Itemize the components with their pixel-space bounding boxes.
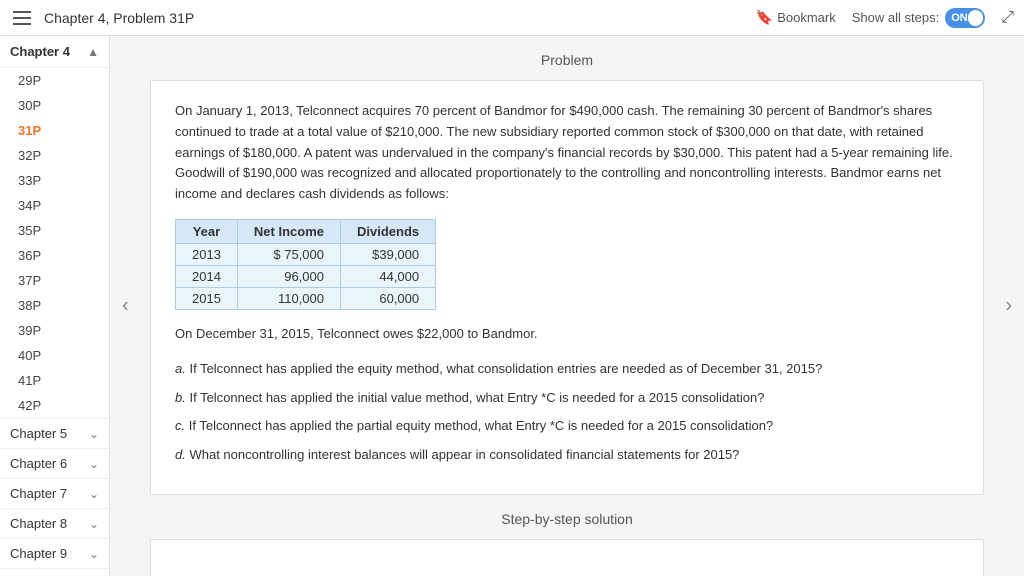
topbar-title: Chapter 4, Problem 31P xyxy=(44,10,756,26)
chapter-group-chevron: ⌄ xyxy=(89,427,99,441)
sidebar-item-34P[interactable]: 34P xyxy=(0,193,109,218)
chapter-group-chapter10[interactable]: Chapter 10⌄ xyxy=(0,568,109,576)
table-cell: $39,000 xyxy=(341,243,436,265)
chapter-group-chapter9[interactable]: Chapter 9 ⌄ xyxy=(0,538,109,568)
sidebar: Chapter 4 ▲ 29P30P31P32P33P34P35P36P37P3… xyxy=(0,36,110,576)
table-cell: 60,000 xyxy=(341,287,436,309)
chapter-groups-list: Chapter 5 ⌄ Chapter 6 ⌄ Chapter 7 ⌄ Chapter 8 ⌄… xyxy=(0,418,109,576)
sidebar-item-38P[interactable]: 38P xyxy=(0,293,109,318)
bookmark-label: Bookmark xyxy=(777,10,836,25)
table-cell: 2014 xyxy=(176,265,238,287)
bookmark-button[interactable]: 🔖 Bookmark xyxy=(756,9,836,26)
sidebar-item-35P[interactable]: 35P xyxy=(0,218,109,243)
chapter-group-chapter5[interactable]: Chapter 5 ⌄ xyxy=(0,418,109,448)
chapter-group-chevron: ⌄ xyxy=(89,517,99,531)
nav-arrow-left[interactable]: ‹ xyxy=(114,291,137,322)
expand-icon[interactable]: ⤢ xyxy=(1001,9,1014,27)
chapter-group-chevron: ⌄ xyxy=(89,487,99,501)
chapter-group-label: Chapter 9 xyxy=(10,546,67,561)
subproblem-d: d. What noncontrolling interest balances… xyxy=(175,445,959,466)
table-cell: 2013 xyxy=(176,243,238,265)
solution-section-title: Step-by-step solution xyxy=(150,511,984,527)
chapter-group-label: Chapter 5 xyxy=(10,426,67,441)
subproblem-label: a. xyxy=(175,361,186,376)
table-row: 2013$ 75,000$39,000 xyxy=(176,243,436,265)
chapter-group-chapter7[interactable]: Chapter 7 ⌄ xyxy=(0,478,109,508)
subproblem-text: If Telconnect has applied the partial eq… xyxy=(189,418,773,433)
problem-body: On January 1, 2013, Telconnect acquires … xyxy=(175,101,959,205)
topbar-right: 🔖 Bookmark Show all steps: ON ⤢ xyxy=(756,8,1014,28)
sidebar-item-40P[interactable]: 40P xyxy=(0,343,109,368)
menu-icon[interactable] xyxy=(10,6,34,30)
chapter-group-label: Chapter 8 xyxy=(10,516,67,531)
subproblem-text: If Telconnect has applied the equity met… xyxy=(189,361,822,376)
problem-card: On January 1, 2013, Telconnect acquires … xyxy=(150,80,984,495)
subproblem-label: d. xyxy=(175,447,186,462)
table-cell: 44,000 xyxy=(341,265,436,287)
content-area: ‹ › Problem On January 1, 2013, Telconne… xyxy=(110,36,1024,576)
chapter-group-chevron: ⌄ xyxy=(89,457,99,471)
sidebar-item-29P[interactable]: 29P xyxy=(0,68,109,93)
sidebar-item-41P[interactable]: 41P xyxy=(0,368,109,393)
after-table-text: On December 31, 2015, Telconnect owes $2… xyxy=(175,324,959,345)
table-header-year: Year xyxy=(176,219,238,243)
problem-section-title: Problem xyxy=(150,52,984,68)
sidebar-item-36P[interactable]: 36P xyxy=(0,243,109,268)
table-header-netincome: Net Income xyxy=(237,219,340,243)
sidebar-item-42P[interactable]: 42P xyxy=(0,393,109,418)
table-header-dividends: Dividends xyxy=(341,219,436,243)
subproblem-a: a. If Telconnect has applied the equity … xyxy=(175,359,959,380)
bookmark-icon: 🔖 xyxy=(756,9,773,26)
toggle-label: ON xyxy=(951,12,968,24)
subproblem-c: c. If Telconnect has applied the partial… xyxy=(175,416,959,437)
subproblem-text: What noncontrolling interest balances wi… xyxy=(189,447,739,462)
chapter-group-chevron: ⌄ xyxy=(89,547,99,561)
subproblem-text: If Telconnect has applied the initial va… xyxy=(189,390,764,405)
sidebar-item-37P[interactable]: 37P xyxy=(0,268,109,293)
subproblem-label: c. xyxy=(175,418,185,433)
table-row: 201496,00044,000 xyxy=(176,265,436,287)
chapter-group-label: Chapter 6 xyxy=(10,456,67,471)
sidebar-items-list: 29P30P31P32P33P34P35P36P37P38P39P40P41P4… xyxy=(0,68,109,418)
sidebar-item-32P[interactable]: 32P xyxy=(0,143,109,168)
table-cell: 110,000 xyxy=(237,287,340,309)
table-cell: $ 75,000 xyxy=(237,243,340,265)
sidebar-item-31P[interactable]: 31P xyxy=(0,118,109,143)
chapter4-header[interactable]: Chapter 4 ▲ xyxy=(0,36,109,68)
show-all-steps-label: Show all steps: xyxy=(852,10,939,25)
solution-card: There is no solution to this problem yet… xyxy=(150,539,984,576)
toggle-switch[interactable]: ON xyxy=(945,8,985,28)
sidebar-item-33P[interactable]: 33P xyxy=(0,168,109,193)
chapter4-label: Chapter 4 xyxy=(10,44,70,59)
chapter4-chevron: ▲ xyxy=(87,45,99,59)
chapter-group-label: Chapter 7 xyxy=(10,486,67,501)
sidebar-item-30P[interactable]: 30P xyxy=(0,93,109,118)
topbar: Chapter 4, Problem 31P 🔖 Bookmark Show a… xyxy=(0,0,1024,36)
toggle-knob xyxy=(968,10,984,26)
chapter-group-chapter6[interactable]: Chapter 6 ⌄ xyxy=(0,448,109,478)
table-row: 2015110,00060,000 xyxy=(176,287,436,309)
subproblems-container: a. If Telconnect has applied the equity … xyxy=(175,359,959,466)
show-all-steps-container: Show all steps: ON xyxy=(852,8,985,28)
table-cell: 2015 xyxy=(176,287,238,309)
sidebar-item-39P[interactable]: 39P xyxy=(0,318,109,343)
main-layout: Chapter 4 ▲ 29P30P31P32P33P34P35P36P37P3… xyxy=(0,36,1024,576)
table-cell: 96,000 xyxy=(237,265,340,287)
nav-arrow-right[interactable]: › xyxy=(997,291,1020,322)
income-dividends-table: Year Net Income Dividends 2013$ 75,000$3… xyxy=(175,219,436,310)
subproblem-label: b. xyxy=(175,390,186,405)
subproblem-b: b. If Telconnect has applied the initial… xyxy=(175,388,959,409)
chapter-group-chapter8[interactable]: Chapter 8 ⌄ xyxy=(0,508,109,538)
